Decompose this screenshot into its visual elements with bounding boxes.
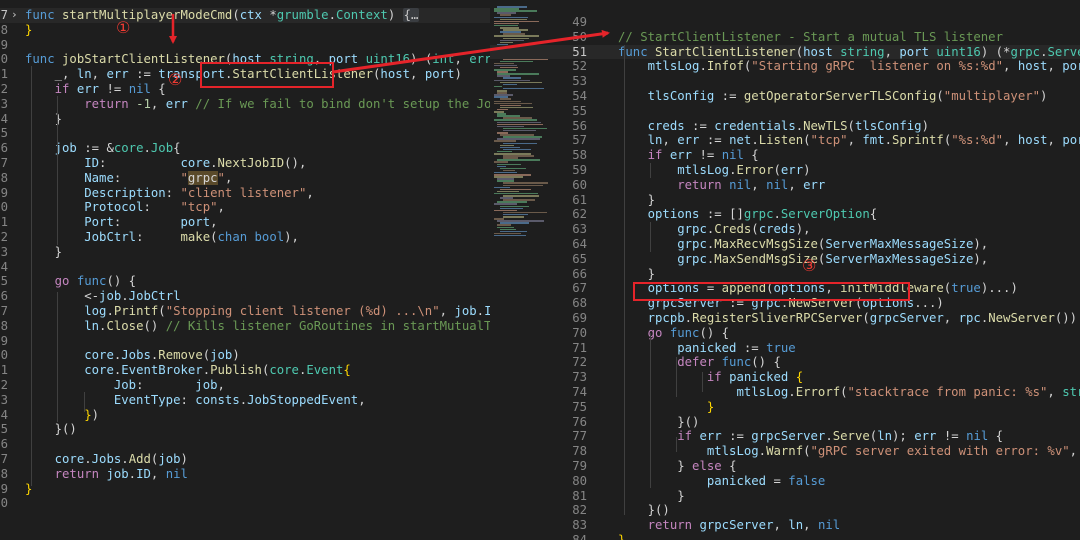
annotation-overlay xyxy=(169,14,610,74)
annotation-arrow-right xyxy=(332,29,610,74)
annotation-marker-2: ② xyxy=(168,70,183,89)
annotation-marker-3: ③ xyxy=(802,256,817,275)
highlight-grpc-new-server xyxy=(633,282,910,301)
annotation-marker-1: ① xyxy=(116,18,131,37)
highlight-start-client-listener-call xyxy=(200,62,334,88)
